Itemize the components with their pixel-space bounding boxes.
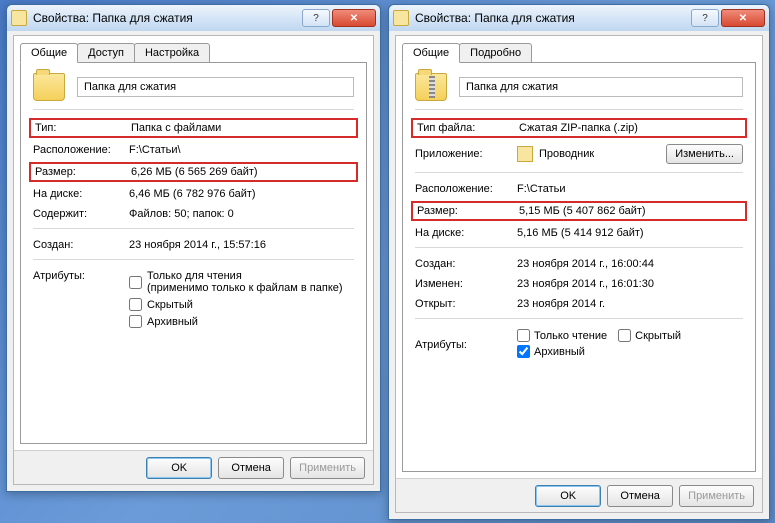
button-bar: OK Отмена Применить <box>14 450 373 484</box>
location-value: F:\Статьи <box>517 183 743 195</box>
attr-hidden-checkbox[interactable] <box>129 298 142 311</box>
folder-icon <box>33 73 65 101</box>
type-value: Папка с файлами <box>131 122 352 134</box>
window-title: Свойства: Папка для сжатия <box>33 11 300 25</box>
created-label: Создан: <box>415 258 517 270</box>
properties-window-folder: Свойства: Папка для сжатия ? ✕ Общие Дос… <box>6 4 381 492</box>
attr-archive-checkbox[interactable] <box>129 315 142 328</box>
attr-readonly-checkbox[interactable] <box>129 276 142 289</box>
size-on-disk-value: 5,16 МБ (5 414 912 байт) <box>517 227 743 239</box>
titlebar[interactable]: Свойства: Папка для сжатия ? ✕ <box>389 5 769 31</box>
contains-value: Файлов: 50; папок: 0 <box>129 208 354 220</box>
attr-archive-label: Архивный <box>534 346 585 358</box>
created-value: 23 ноября 2014 г., 16:00:44 <box>517 258 743 270</box>
accessed-value: 23 ноября 2014 г. <box>517 298 743 310</box>
close-button[interactable]: ✕ <box>332 9 376 27</box>
attr-archive-row: Архивный <box>517 345 585 358</box>
explorer-icon <box>517 146 533 162</box>
client-area: Общие Доступ Настройка Папка для сжатия … <box>13 35 374 485</box>
help-button[interactable]: ? <box>691 9 719 27</box>
window-title: Свойства: Папка для сжатия <box>415 11 689 25</box>
titlebar[interactable]: Свойства: Папка для сжатия ? ✕ <box>7 5 380 31</box>
name-input[interactable]: Папка для сжатия <box>77 77 354 97</box>
attr-hidden-checkbox[interactable] <box>618 329 631 342</box>
tab-page-general: Папка для сжатия Тип: Папка с файлами Ра… <box>20 62 367 444</box>
size-label: Размер: <box>417 205 519 217</box>
tab-page-general: Папка для сжатия Тип файла: Сжатая ZIP-п… <box>402 62 756 472</box>
cancel-button[interactable]: Отмена <box>607 485 673 507</box>
location-value: F:\Статьи\ <box>129 144 354 156</box>
file-type-value: Сжатая ZIP-папка (.zip) <box>519 122 741 134</box>
location-label: Расположение: <box>415 183 517 195</box>
highlight-size: Размер: 6,26 МБ (6 565 269 байт) <box>29 162 358 182</box>
attr-readonly-label: Только для чтения <box>147 270 242 282</box>
apply-button[interactable]: Применить <box>679 485 754 507</box>
type-label: Тип: <box>35 122 131 134</box>
tab-customize[interactable]: Настройка <box>134 43 210 63</box>
file-type-label: Тип файла: <box>417 122 519 134</box>
tab-sharing[interactable]: Доступ <box>77 43 135 63</box>
size-on-disk-value: 6,46 МБ (6 782 976 байт) <box>129 188 354 200</box>
size-on-disk-label: На диске: <box>33 188 129 200</box>
tab-details[interactable]: Подробно <box>459 43 532 63</box>
attr-archive-row: Архивный <box>129 315 354 328</box>
size-value: 5,15 МБ (5 407 862 байт) <box>519 205 741 217</box>
cancel-button[interactable]: Отмена <box>218 457 284 479</box>
location-label: Расположение: <box>33 144 129 156</box>
tabstrip: Общие Доступ Настройка <box>14 36 373 62</box>
size-label: Размер: <box>35 166 131 178</box>
attributes-label: Атрибуты: <box>33 270 129 282</box>
accessed-label: Открыт: <box>415 298 517 310</box>
opens-with-label: Приложение: <box>415 148 517 160</box>
zip-folder-icon <box>415 73 447 101</box>
attr-readonly-sub: (применимо только к файлам в папке) <box>147 282 343 294</box>
folder-icon <box>11 10 27 26</box>
attr-readonly-label: Только чтение <box>534 330 607 342</box>
properties-window-zip: Свойства: Папка для сжатия ? ✕ Общие Под… <box>388 4 770 520</box>
highlight-type: Тип: Папка с файлами <box>29 118 358 138</box>
tab-general[interactable]: Общие <box>20 43 78 63</box>
apply-button[interactable]: Применить <box>290 457 365 479</box>
attr-readonly-row: Только чтение <box>517 329 607 342</box>
attr-archive-checkbox[interactable] <box>517 345 530 358</box>
contains-label: Содержит: <box>33 208 129 220</box>
modified-label: Изменен: <box>415 278 517 290</box>
help-button[interactable]: ? <box>302 9 330 27</box>
created-value: 23 ноября 2014 г., 15:57:16 <box>129 239 354 251</box>
attr-archive-label: Архивный <box>147 316 198 328</box>
attr-hidden-label: Скрытый <box>635 330 681 342</box>
name-input[interactable]: Папка для сжатия <box>459 77 743 97</box>
highlight-size: Размер: 5,15 МБ (5 407 862 байт) <box>411 201 747 221</box>
opens-with-value: Проводник <box>539 148 666 160</box>
tab-general[interactable]: Общие <box>402 43 460 63</box>
attr-readonly-checkbox[interactable] <box>517 329 530 342</box>
size-on-disk-label: На диске: <box>415 227 517 239</box>
attr-readonly-row: Только для чтения (применимо только к фа… <box>129 270 354 294</box>
attr-hidden-row: Скрытый <box>618 329 681 342</box>
client-area: Общие Подробно Папка для сжатия Тип файл… <box>395 35 763 513</box>
size-value: 6,26 МБ (6 565 269 байт) <box>131 166 352 178</box>
button-bar: OK Отмена Применить <box>396 478 762 512</box>
tabstrip: Общие Подробно <box>396 36 762 62</box>
created-label: Создан: <box>33 239 129 251</box>
ok-button[interactable]: OK <box>146 457 212 479</box>
modified-value: 23 ноября 2014 г., 16:01:30 <box>517 278 743 290</box>
attr-hidden-row: Скрытый <box>129 298 354 311</box>
close-button[interactable]: ✕ <box>721 9 765 27</box>
ok-button[interactable]: OK <box>535 485 601 507</box>
highlight-type: Тип файла: Сжатая ZIP-папка (.zip) <box>411 118 747 138</box>
attributes-label: Атрибуты: <box>415 339 517 351</box>
zip-icon <box>393 10 409 26</box>
change-button[interactable]: Изменить... <box>666 144 743 164</box>
attr-hidden-label: Скрытый <box>147 299 193 311</box>
